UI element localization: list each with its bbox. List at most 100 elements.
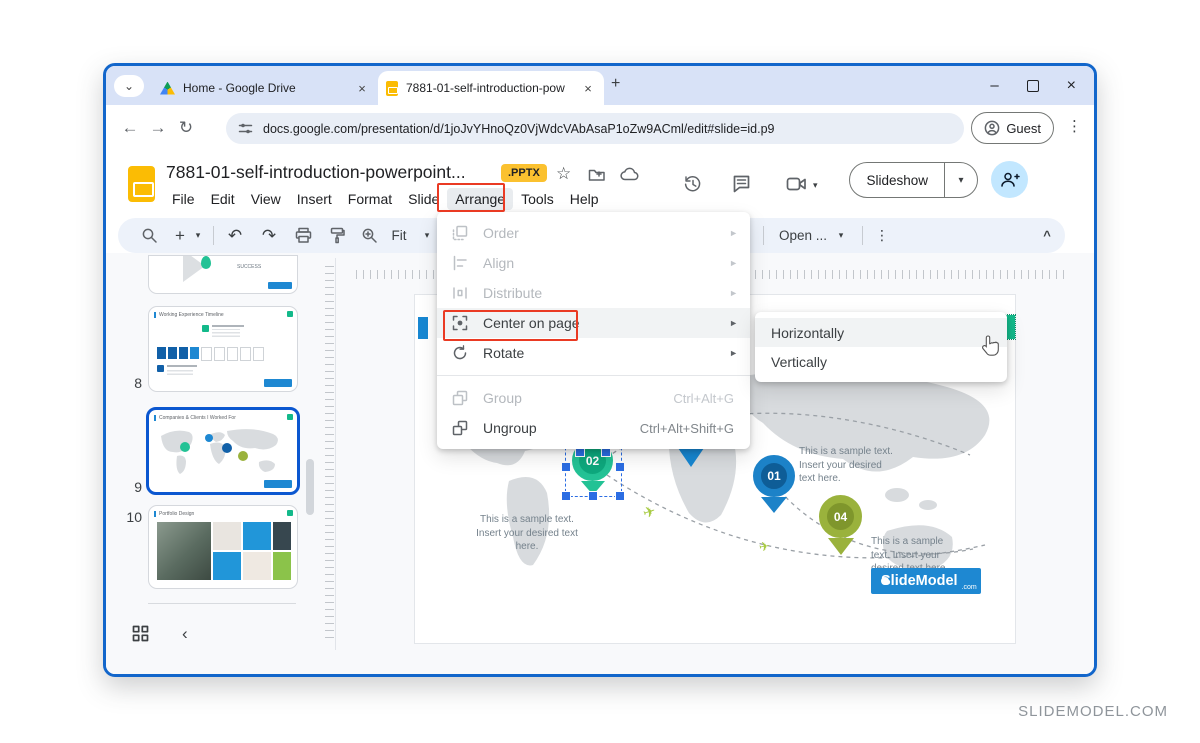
url-bar[interactable]: docs.google.com/presentation/d/1joJvYHno…	[226, 113, 964, 144]
minimize-button[interactable]: –	[990, 77, 998, 94]
ungroup-icon	[451, 419, 469, 437]
resize-handle[interactable]	[561, 491, 571, 501]
collapse-filmstrip-icon[interactable]: ‹	[182, 624, 188, 644]
submenu-item-label: Horizontally	[771, 325, 844, 341]
thumb8-title: Working Experience Timeline	[159, 312, 269, 318]
forward-icon[interactable]: →	[144, 118, 172, 138]
share-button[interactable]	[991, 161, 1028, 198]
tab-presentation[interactable]: 7881-01-self-introduction-pow ×	[378, 71, 604, 105]
slide-thumbnail-9[interactable]: Companies & Clients I Worked For	[146, 407, 300, 495]
slide-thumbnail-7[interactable]: SUCCESS	[148, 255, 298, 294]
slides-file-icon[interactable]	[128, 166, 155, 202]
drive-icon	[160, 82, 175, 95]
menu-edit[interactable]: Edit	[203, 188, 243, 210]
slide-thumbnail-10[interactable]: Portfolio Design	[148, 505, 298, 589]
print-icon[interactable]	[290, 218, 316, 253]
slideshow-dropdown[interactable]: ▾	[944, 163, 977, 197]
menu-insert[interactable]: Insert	[289, 188, 340, 210]
center-on-page-submenu: Horizontally Vertically	[755, 312, 1007, 382]
search-icon[interactable]	[136, 218, 162, 253]
map-pin-04[interactable]: 04	[819, 495, 862, 555]
resize-handle[interactable]	[615, 462, 625, 472]
browser-menu-icon[interactable]: ⋮	[1067, 117, 1082, 135]
submenu-item-horizontally[interactable]: Horizontally	[755, 318, 1007, 347]
menu-item-group[interactable]: Group Ctrl+Alt+G	[437, 383, 750, 413]
menu-item-center-on-page[interactable]: Center on page ►	[437, 308, 750, 338]
site-info-icon[interactable]	[238, 121, 253, 136]
toolbar-kebab-icon[interactable]: ⋮	[872, 218, 892, 253]
close-icon[interactable]: ×	[580, 81, 596, 96]
menu-item-rotate[interactable]: Rotate ►	[437, 338, 750, 368]
map-pin-01[interactable]: 01	[753, 455, 795, 513]
chevron-down-icon: ⌄	[124, 79, 134, 93]
add-caret-icon[interactable]: ▾	[192, 218, 204, 253]
resize-handle[interactable]	[561, 462, 571, 472]
menu-separator	[437, 375, 750, 376]
menu-file[interactable]: File	[164, 188, 203, 210]
undo-icon[interactable]: ↶	[222, 218, 248, 253]
document-title[interactable]: 7881-01-self-introduction-powerpoint...	[166, 162, 466, 183]
menu-tools[interactable]: Tools	[513, 188, 562, 210]
menu-item-label: Center on page	[483, 315, 580, 331]
submenu-item-vertically[interactable]: Vertically	[755, 347, 1007, 376]
move-folder-icon[interactable]	[588, 167, 606, 187]
menu-item-order[interactable]: Order ►	[437, 218, 750, 248]
menu-help[interactable]: Help	[562, 188, 607, 210]
open-caret-icon[interactable]: ▾	[834, 218, 848, 253]
redo-icon[interactable]: ↷	[256, 218, 282, 253]
menu-slide[interactable]: Slide	[400, 188, 447, 210]
slideshow-button[interactable]: Slideshow ▾	[849, 162, 978, 198]
version-history-icon[interactable]	[683, 174, 703, 199]
panel-scrollbar[interactable]	[306, 459, 314, 515]
paint-format-icon[interactable]	[324, 218, 350, 253]
guest-avatar-icon	[984, 120, 1000, 136]
guest-profile-button[interactable]: Guest	[971, 112, 1054, 144]
resize-handle[interactable]	[615, 491, 625, 501]
videocam-icon[interactable]	[786, 176, 808, 197]
videocam-caret-icon[interactable]: ▾	[813, 180, 818, 191]
close-window-button[interactable]: ×	[1067, 77, 1076, 95]
menu-item-label: Rotate	[483, 345, 524, 361]
slidemodel-name: SlideModel	[881, 573, 958, 589]
menu-format[interactable]: Format	[340, 188, 400, 210]
menu-item-distribute[interactable]: Distribute ►	[437, 278, 750, 308]
grid-view-icon[interactable]	[132, 625, 149, 647]
menu-item-ungroup[interactable]: Ungroup Ctrl+Alt+Shift+G	[437, 413, 750, 443]
cursor-hand-icon	[980, 334, 1002, 358]
tab-google-drive[interactable]: Home - Google Drive ×	[152, 71, 378, 105]
submenu-arrow-icon: ►	[729, 348, 738, 358]
pin-label: 02	[586, 454, 599, 468]
slides-icon	[386, 81, 398, 96]
submenu-arrow-icon: ►	[729, 228, 738, 238]
add-icon[interactable]: +	[170, 218, 190, 253]
menu-arrange[interactable]: Arrange	[447, 188, 513, 210]
sample-text-left[interactable]: This is a sample text. Insert your desir…	[475, 513, 579, 554]
back-icon[interactable]: ←	[116, 118, 144, 138]
resize-handle[interactable]	[588, 491, 598, 501]
tab-search-button[interactable]: ⌄	[114, 75, 144, 97]
reload-icon[interactable]: ↻	[172, 118, 200, 138]
slidemodel-logo: SlideModel .com	[871, 568, 981, 594]
zoom-icon[interactable]	[356, 218, 382, 253]
menu-shortcut: Ctrl+Alt+G	[673, 391, 734, 406]
collapse-toolbar-icon[interactable]: ^	[1036, 218, 1058, 253]
slideshow-label: Slideshow	[850, 163, 944, 197]
menu-view[interactable]: View	[243, 188, 289, 210]
maximize-button[interactable]	[1027, 80, 1039, 92]
open-dropdown[interactable]: Open ...	[774, 218, 832, 253]
hidden-pin-tip[interactable]	[678, 448, 704, 467]
cloud-status-icon[interactable]	[620, 167, 639, 186]
menu-item-align[interactable]: Align ►	[437, 248, 750, 278]
center-on-page-icon	[451, 314, 469, 332]
slide-title-accent	[418, 317, 428, 339]
comments-icon[interactable]	[732, 174, 751, 198]
thumb7-text: SUCCESS	[237, 264, 261, 270]
close-icon[interactable]: ×	[354, 81, 370, 96]
distribute-icon	[451, 284, 469, 302]
zoom-fit-select[interactable]: Fit	[384, 218, 414, 253]
fit-caret-icon[interactable]: ▾	[420, 218, 434, 253]
sample-text-topright[interactable]: This is a sample text. Insert your desir…	[799, 445, 893, 486]
star-icon[interactable]: ☆	[556, 164, 571, 184]
new-tab-button[interactable]: +	[611, 75, 620, 93]
slide-thumbnail-8[interactable]: Working Experience Timeline	[148, 306, 298, 392]
